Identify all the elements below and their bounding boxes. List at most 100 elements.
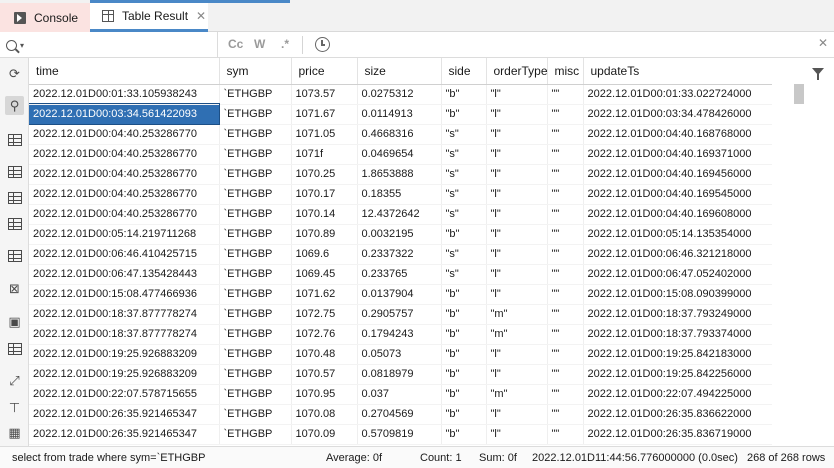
table-row[interactable]: 2022.12.01D00:06:47.135428443 `ETHGBP 1069… <box>29 264 772 285</box>
table-cell-side[interactable]: "b" <box>441 104 487 125</box>
table-row[interactable]: 2022.12.01D00:19:25.926883209 `ETHGBP 1070… <box>29 344 772 365</box>
table-cell-updatets[interactable]: 2022.12.01D00:18:37.793374000 <box>583 324 772 345</box>
table-cell-sym[interactable]: `ETHGBP <box>219 404 292 425</box>
grid-icon[interactable] <box>5 162 24 181</box>
table-cell-misc[interactable]: "" <box>547 244 584 265</box>
expand-icon[interactable]: ⤢ <box>5 371 24 390</box>
table-cell-size[interactable]: 0.1794243 <box>357 324 442 345</box>
table-cell-updatets[interactable]: 2022.12.01D00:04:40.169371000 <box>583 144 772 165</box>
table-cell-misc[interactable]: "" <box>547 84 584 105</box>
table-cell-side[interactable]: "b" <box>441 304 487 325</box>
table-row[interactable]: 2022.12.01D00:18:37.877778274 `ETHGBP 1072… <box>29 304 772 325</box>
table-cell-price[interactable]: 1070.08 <box>291 404 358 425</box>
table-cell-price[interactable]: 1070.25 <box>291 164 358 185</box>
table-cell-price[interactable]: 1073.57 <box>291 84 358 105</box>
regex-button[interactable]: .* <box>281 37 289 51</box>
table-cell-sym[interactable]: `ETHGBP <box>219 204 292 225</box>
table-cell-misc[interactable]: "" <box>547 264 584 285</box>
table-cell-time[interactable]: 2022.12.01D00:01:33.105938243 <box>29 84 220 105</box>
table-cell-side[interactable]: "b" <box>441 224 487 245</box>
table-cell-side[interactable]: "b" <box>441 324 487 345</box>
table-cell-price[interactable]: 1072.75 <box>291 304 358 325</box>
table-cell-time[interactable]: 2022.12.01D00:18:37.877778274 <box>29 304 220 325</box>
table-cell-time[interactable]: 2022.12.01D00:03:34.561422093 <box>29 103 220 125</box>
table-cell-side[interactable]: "b" <box>441 84 487 105</box>
table-cell-misc[interactable]: "" <box>547 404 584 425</box>
column-header-ordertype[interactable]: orderType <box>486 58 548 85</box>
close-search-icon[interactable]: ✕ <box>818 36 828 50</box>
column-header-updatets[interactable]: updateTs <box>583 58 772 85</box>
table-cell-ordertype[interactable]: "l" <box>486 164 548 185</box>
table-cell-size[interactable]: 0.4668316 <box>357 124 442 145</box>
table-cell-size[interactable]: 1.8653888 <box>357 164 442 185</box>
table-cell-size[interactable]: 0.0032195 <box>357 224 442 245</box>
table-cell-misc[interactable]: "" <box>547 384 584 405</box>
table-cell-price[interactable]: 1070.95 <box>291 384 358 405</box>
table-cell-updatets[interactable]: 2022.12.01D00:15:08.090399000 <box>583 284 772 305</box>
table-cell-price[interactable]: 1071f <box>291 144 358 165</box>
table-cell-sym[interactable]: `ETHGBP <box>219 144 292 165</box>
column-header-side[interactable]: side <box>441 58 487 85</box>
transpose-icon[interactable]: ⊤ <box>5 398 24 417</box>
table-cell-size[interactable]: 0.05073 <box>357 344 442 365</box>
table-cell-sym[interactable]: `ETHGBP <box>219 124 292 145</box>
table-cell-size[interactable]: 0.037 <box>357 384 442 405</box>
table-cell-misc[interactable]: "" <box>547 224 584 245</box>
table-cell-updatets[interactable]: 2022.12.01D00:04:40.169456000 <box>583 164 772 185</box>
table-cell-price[interactable]: 1070.89 <box>291 224 358 245</box>
table-cell-side[interactable]: "s" <box>441 164 487 185</box>
table-cell-sym[interactable]: `ETHGBP <box>219 164 292 185</box>
table-cell-price[interactable]: 1070.14 <box>291 204 358 225</box>
table-cell-misc[interactable]: "" <box>547 104 584 125</box>
column-header-size[interactable]: size <box>357 58 442 85</box>
table-cell-time[interactable]: 2022.12.01D00:19:25.926883209 <box>29 364 220 385</box>
table-cell-sym[interactable]: `ETHGBP <box>219 264 292 285</box>
table-cell-misc[interactable]: "" <box>547 164 584 185</box>
table-cell-side[interactable]: "s" <box>441 184 487 205</box>
table-cell-ordertype[interactable]: "l" <box>486 124 548 145</box>
table-cell-price[interactable]: 1072.76 <box>291 324 358 345</box>
table-cell-price[interactable]: 1071.05 <box>291 124 358 145</box>
table-cell-sym[interactable]: `ETHGBP <box>219 284 292 305</box>
column-header-time[interactable]: time <box>29 58 220 85</box>
table-cell-size[interactable]: 0.0114913 <box>357 104 442 125</box>
table-cell-size[interactable]: 0.0469654 <box>357 144 442 165</box>
tab-table-result[interactable]: Table Result ✕ <box>90 3 208 32</box>
tab-close-icon[interactable]: ✕ <box>196 9 206 23</box>
column-header-sym[interactable]: sym <box>219 58 292 85</box>
table-cell-size[interactable]: 0.0275312 <box>357 84 442 105</box>
table-row[interactable]: 2022.12.01D00:19:25.926883209 `ETHGBP 1070… <box>29 364 772 385</box>
table-cell-time[interactable]: 2022.12.01D00:19:25.926883209 <box>29 344 220 365</box>
table-cell-side[interactable]: "s" <box>441 244 487 265</box>
filter-icon[interactable] <box>812 68 824 80</box>
table-cell-time[interactable]: 2022.12.01D00:04:40.253286770 <box>29 184 220 205</box>
table-cell-ordertype[interactable]: "l" <box>486 344 548 365</box>
grid-rows-icon[interactable] <box>5 214 24 233</box>
table-cell-ordertype[interactable]: "l" <box>486 224 548 245</box>
table-cell-ordertype[interactable]: "l" <box>486 184 548 205</box>
table-cell-ordertype[interactable]: "m" <box>486 384 548 405</box>
table-cell-time[interactable]: 2022.12.01D00:06:46.410425715 <box>29 244 220 265</box>
table-cell-misc[interactable]: "" <box>547 144 584 165</box>
table-cell-sym[interactable]: `ETHGBP <box>219 184 292 205</box>
vertical-scrollbar-thumb[interactable] <box>794 84 804 104</box>
table-cell-price[interactable]: 1071.62 <box>291 284 358 305</box>
table-cell-updatets[interactable]: 2022.12.01D00:18:37.793249000 <box>583 304 772 325</box>
table-row[interactable]: 2022.12.01D00:01:33.105938243 `ETHGBP 1073… <box>29 84 772 105</box>
table-cell-ordertype[interactable]: "l" <box>486 284 548 305</box>
table-cell-sym[interactable]: `ETHGBP <box>219 364 292 385</box>
table-cell-misc[interactable]: "" <box>547 304 584 325</box>
table-row[interactable]: 2022.12.01D00:18:37.877778274 `ETHGBP 1072… <box>29 324 772 345</box>
table-cell-updatets[interactable]: 2022.12.01D00:22:07.494225000 <box>583 384 772 405</box>
table-cell-side[interactable]: "b" <box>441 404 487 425</box>
table-row[interactable]: 2022.12.01D00:06:46.410425715 `ETHGBP 1069… <box>29 244 772 265</box>
table-row[interactable]: 2022.12.01D00:03:34.561422093 `ETHGBP 1071… <box>29 103 772 125</box>
table-cell-sym[interactable]: `ETHGBP <box>219 304 292 325</box>
table-view-icon[interactable] <box>5 130 24 149</box>
table-cell-size[interactable]: 0.2704569 <box>357 404 442 425</box>
table-cell-sym[interactable]: `ETHGBP <box>219 84 292 105</box>
column-header-misc[interactable]: misc <box>547 58 584 85</box>
excel-export-icon[interactable]: ⊠ <box>5 279 24 298</box>
table-cell-side[interactable]: "s" <box>441 204 487 225</box>
search-input[interactable]: ▾ <box>0 32 218 58</box>
